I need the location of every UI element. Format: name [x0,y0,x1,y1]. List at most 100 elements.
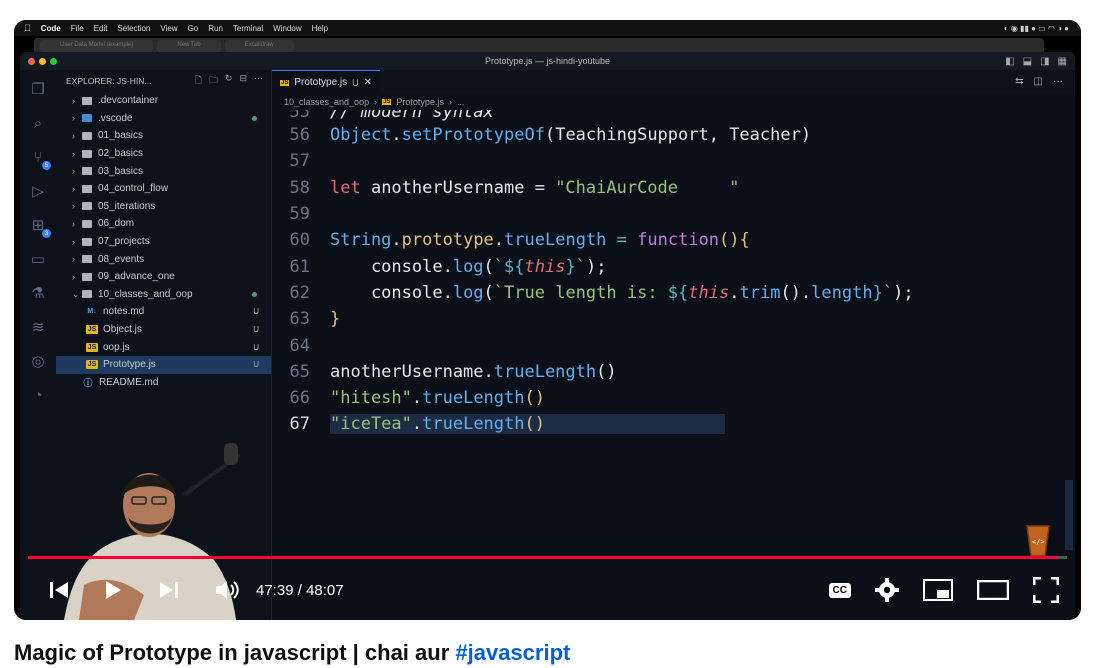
modified-dot-icon [252,115,257,121]
chevron-down-icon: ⌄ [72,288,80,299]
explorer-item[interactable]: JS oop.js U [56,338,271,356]
previous-button[interactable] [48,580,70,600]
video-title-text: Magic of Prototype in javascript | chai … [14,640,456,665]
explorer-item[interactable]: › 01_basics [56,127,271,145]
skip-previous-icon [50,582,68,598]
code-line: 55// modern syntax [272,110,1075,122]
next-button[interactable] [158,580,180,600]
line-number: 58 [289,177,310,198]
explorer-item-label: oop.js [103,341,130,353]
explorer-item[interactable]: › 09_advance_one [56,268,271,286]
fullscreen-button[interactable] [1033,577,1059,603]
explorer-item-label: README.md [99,376,159,388]
github-icon: ◎ [31,353,45,370]
subtitles-button[interactable]: CC [828,582,851,598]
fullscreen-icon [1033,577,1059,603]
explorer-item[interactable]: › 06_dom [56,215,271,233]
tab-status: U [352,77,359,88]
code-line: 58 let anotherUsername = "ChaiAurCode " [272,175,1075,201]
tab-label: Prototype.js [294,77,348,88]
explorer-item[interactable]: ⓘ README.md [56,374,271,392]
progress-fill [28,556,1057,559]
play-button[interactable] [104,580,122,600]
hashtag-link[interactable]: #javascript [455,640,570,665]
compare-icon: ⇆ [1015,76,1024,87]
chevron-right-icon: › [72,166,75,177]
player-right-controls: CC [828,577,1081,603]
theater-mode-button[interactable] [977,580,1009,600]
apple-icon:  [24,23,31,33]
js-file-icon: JS [382,99,392,105]
miniplayer-button[interactable] [923,579,953,601]
explorer-item[interactable]: › 07_projects [56,233,271,251]
explorer-item[interactable]: JS Object.js U [56,321,271,339]
explorer-item-label: notes.md [103,306,145,318]
line-number: 56 [289,125,310,146]
explorer-item[interactable]: M↓ notes.md U [56,303,271,321]
breadcrumb-folder: 10_classes_and_oop [284,97,370,107]
gear-icon [875,578,899,602]
explorer-item[interactable]: JS Prototype.js U [56,355,271,374]
explorer-item-label: 04_control_flow [98,183,169,195]
code-line: 56 Object.setPrototypeOf(TeachingSupport,… [272,122,1075,148]
folder-icon [82,167,92,176]
line-number: 67 [289,414,310,435]
menu-selection: Selection [110,23,150,33]
menu-view: View [153,23,177,33]
folder-icon [82,219,92,228]
explorer-title: EXPLORER: JS-HIN... [66,76,152,86]
time-separator: / [297,581,302,599]
refresh-icon: ↻ [224,73,233,83]
breadcrumb-separator-icon: › [374,97,378,107]
collapse-all-icon: ⊟ [239,73,247,83]
line-number: 55 [289,110,310,122]
player-controls: 47:39 / 48:07 CC [14,568,1081,612]
toggle-secondary-sidebar-icon: ◨ [1040,55,1050,67]
breadcrumb-more: ... [456,97,465,107]
file-tree: › .devcontainer › .vscode › 01_basics › 02_basi… [56,92,271,391]
explorer-item[interactable]: › 05_iterations [56,198,271,216]
code-line: 60 String.prototype.trueLength = function… [272,227,1075,253]
markdown-file-icon: M↓ [87,308,97,316]
explorer-item[interactable]: › .devcontainer [56,92,271,110]
video-title: Magic of Prototype in javascript | chai … [14,640,570,666]
explorer-item[interactable]: › 02_basics [56,145,271,163]
explorer-item[interactable]: › 08_events [56,250,271,268]
folder-icon [82,272,92,281]
split-editor-icon: ◫ [1033,76,1043,87]
code-view: 55// modern syntax 56 Object.setPrototype… [272,110,1075,438]
code-line: 61 console.log(`${this}`); [272,253,1075,279]
close-tab-icon: ✕ [363,77,373,88]
more-icon: ··· [254,73,263,83]
docker-icon: ≋ [31,319,45,336]
menu-terminal: Terminal [226,23,263,33]
explorer-item[interactable]: › 03_basics [56,162,271,180]
progress-bar[interactable] [28,556,1067,559]
code-line: 62 console.log(`True length is: ${this.t… [272,280,1075,306]
extensions-icon: ⊞ 3 [27,214,51,238]
line-number: 57 [289,151,310,172]
editor-tabbar: JS Prototype.js U ✕ ⇆ ◫ ··· [272,70,1075,94]
video-player[interactable]:  Code File Edit Selection View Go Run T… [14,20,1081,620]
toggle-panel-icon: ⬓ [1022,55,1033,67]
line-number: 65 [289,361,310,382]
explorer-item[interactable]: › .vscode [56,110,271,128]
settings-button[interactable] [875,578,899,602]
menu-window: Window [266,23,301,33]
menubar-app-name: Code [34,23,61,33]
miniplayer-icon [923,579,953,601]
explorer-item[interactable]: › 04_control_flow [56,180,271,198]
folder-icon [82,237,92,246]
chevron-right-icon: › [72,201,75,212]
activity-bar: ❐ ⌕ ⑂ 5 ▷ ⊞ 3 ▭ ⚗ ≋ ◎ ◔ [20,70,56,620]
chevron-right-icon: › [72,113,75,124]
explorer-item-label: 10_classes_and_oop [98,288,193,300]
editor-tab-prototype: JS Prototype.js U ✕ [272,70,381,94]
code-line: 57 [272,148,1075,174]
search-icon: ⌕ [33,114,43,132]
explorer-item[interactable]: ⌄ 10_classes_and_oop [56,286,271,304]
menu-edit: Edit [86,23,108,33]
code-line: 65 anotherUsername.trueLength() [272,359,1075,385]
volume-button[interactable] [214,579,240,601]
folder-icon [82,96,92,105]
